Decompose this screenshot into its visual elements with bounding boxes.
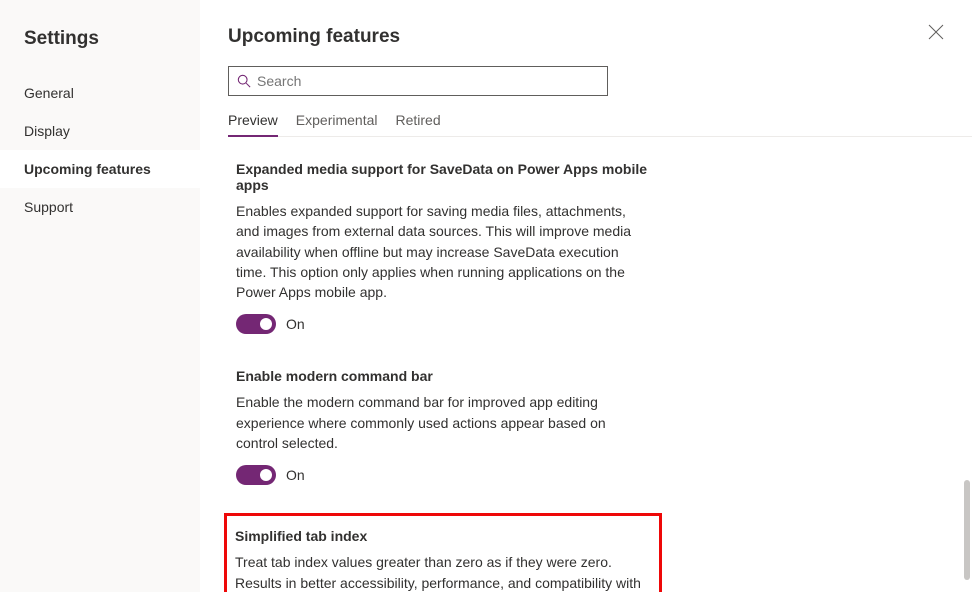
tab-retired[interactable]: Retired bbox=[396, 112, 441, 136]
toggle-label: On bbox=[286, 467, 305, 483]
tab-experimental[interactable]: Experimental bbox=[296, 112, 378, 136]
tab-preview[interactable]: Preview bbox=[228, 112, 278, 136]
sidebar-item-support[interactable]: Support bbox=[0, 188, 200, 226]
feature-item: Enable modern command bar Enable the mod… bbox=[228, 362, 658, 491]
feature-item-highlighted: Simplified tab index Treat tab index val… bbox=[224, 513, 662, 592]
feature-toggle[interactable] bbox=[236, 314, 276, 334]
toggle-row: On bbox=[236, 314, 650, 334]
scrollbar[interactable] bbox=[964, 480, 970, 580]
toggle-knob bbox=[260, 318, 272, 330]
sidebar-item-general[interactable]: General bbox=[0, 74, 200, 112]
sidebar-item-upcoming-features[interactable]: Upcoming features bbox=[0, 150, 200, 188]
search-input[interactable] bbox=[257, 73, 599, 89]
toggle-knob bbox=[260, 469, 272, 481]
feature-title: Expanded media support for SaveData on P… bbox=[236, 161, 650, 193]
toggle-label: On bbox=[286, 316, 305, 332]
sidebar-item-display[interactable]: Display bbox=[0, 112, 200, 150]
feature-item: Expanded media support for SaveData on P… bbox=[228, 155, 658, 340]
feature-title: Simplified tab index bbox=[235, 528, 651, 544]
features-list: Expanded media support for SaveData on P… bbox=[228, 137, 658, 592]
feature-title: Enable modern command bar bbox=[236, 368, 650, 384]
settings-sidebar: Settings General Display Upcoming featur… bbox=[0, 0, 200, 592]
sidebar-title: Settings bbox=[0, 28, 200, 74]
close-icon bbox=[928, 24, 944, 40]
main-panel: Upcoming features Preview Experimental R… bbox=[200, 0, 972, 592]
feature-description: Treat tab index values greater than zero… bbox=[235, 552, 651, 592]
tabs: Preview Experimental Retired bbox=[228, 112, 972, 137]
page-title: Upcoming features bbox=[228, 26, 972, 48]
toggle-row: On bbox=[236, 465, 650, 485]
content-area: Upcoming features Preview Experimental R… bbox=[200, 0, 972, 592]
feature-toggle[interactable] bbox=[236, 465, 276, 485]
feature-description: Enables expanded support for saving medi… bbox=[236, 201, 650, 302]
close-button[interactable] bbox=[928, 24, 944, 43]
search-box[interactable] bbox=[228, 66, 608, 96]
search-icon bbox=[237, 74, 251, 88]
feature-description: Enable the modern command bar for improv… bbox=[236, 392, 650, 453]
